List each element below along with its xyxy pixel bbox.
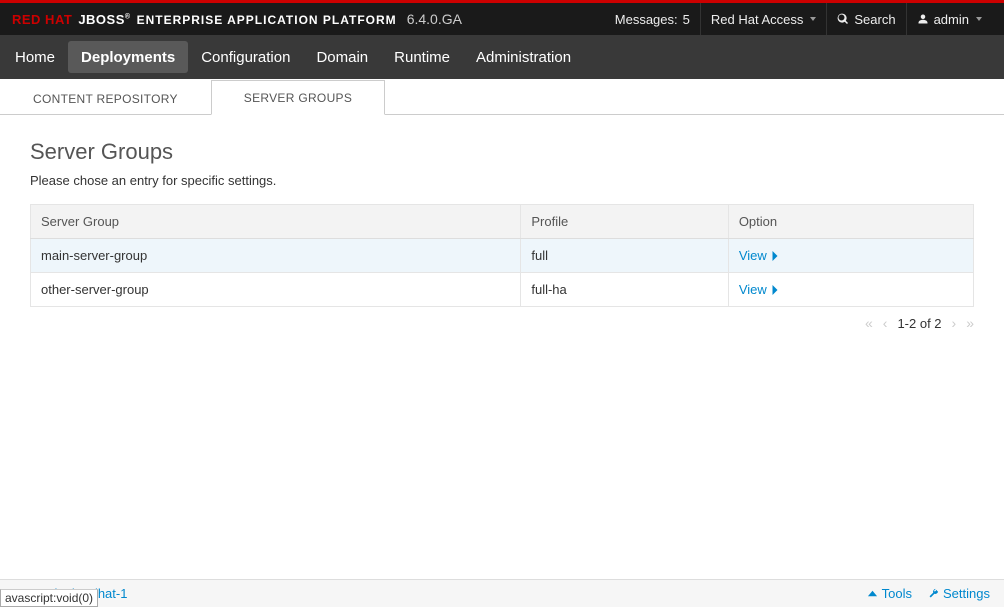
settings-link[interactable]: Settings (928, 586, 990, 601)
search-label: Search (854, 12, 895, 27)
pager-text: 1-2 of 2 (897, 316, 941, 331)
view-link[interactable]: View (739, 248, 779, 263)
chevron-down-icon (976, 17, 982, 21)
messages-count: 5 (683, 12, 690, 27)
messages-label: Messages: (615, 12, 678, 27)
search-icon (837, 13, 849, 25)
nav-home[interactable]: Home (2, 35, 68, 79)
redhat-access-label: Red Hat Access (711, 12, 804, 27)
cell-option: View (728, 239, 973, 273)
pager: « ‹ 1-2 of 2 › » (30, 315, 974, 331)
tools-label: Tools (882, 586, 912, 601)
server-groups-table: Server Group Profile Option main-server-… (30, 204, 974, 307)
footer: 2.5.5.Final-redhat-1 Tools Settings (0, 579, 1004, 607)
main-content: Server Groups Please chose an entry for … (0, 115, 1004, 579)
nav-runtime[interactable]: Runtime (381, 35, 463, 79)
cell-option: View (728, 273, 973, 307)
nav-configuration[interactable]: Configuration (188, 35, 303, 79)
nav-domain[interactable]: Domain (303, 35, 381, 79)
page-title: Server Groups (30, 139, 974, 165)
view-label: View (739, 282, 767, 297)
caret-up-icon (867, 588, 878, 599)
brand-redhat: RED HAT (12, 12, 72, 27)
settings-label: Settings (943, 586, 990, 601)
pager-next-icon[interactable]: › (952, 315, 957, 331)
cell-group: other-server-group (31, 273, 521, 307)
chevron-down-icon (810, 17, 816, 21)
chevron-right-icon (771, 251, 779, 261)
tools-link[interactable]: Tools (867, 586, 912, 601)
top-bar: RED HAT JBOSS® ENTERPRISE APPLICATION PL… (0, 3, 1004, 35)
brand-version: 6.4.0.GA (407, 11, 462, 27)
chevron-right-icon (771, 285, 779, 295)
main-nav: Home Deployments Configuration Domain Ru… (0, 35, 1004, 79)
browser-status-bar: avascript:void(0) (0, 589, 98, 607)
view-label: View (739, 248, 767, 263)
cell-profile: full (521, 239, 728, 273)
sub-tabs: CONTENT REPOSITORY SERVER GROUPS (0, 79, 1004, 115)
cell-group: main-server-group (31, 239, 521, 273)
user-icon (917, 13, 929, 25)
messages-link[interactable]: Messages: 5 (605, 3, 700, 35)
table-row[interactable]: other-server-group full-ha View (31, 273, 974, 307)
cell-profile: full-ha (521, 273, 728, 307)
col-server-group: Server Group (31, 205, 521, 239)
col-profile: Profile (521, 205, 728, 239)
pager-last-icon[interactable]: » (966, 315, 974, 331)
page-description: Please chose an entry for specific setti… (30, 173, 974, 188)
view-link[interactable]: View (739, 282, 779, 297)
pager-prev-icon[interactable]: ‹ (883, 315, 888, 331)
nav-administration[interactable]: Administration (463, 35, 584, 79)
user-menu[interactable]: admin (906, 3, 992, 35)
redhat-access-menu[interactable]: Red Hat Access (700, 3, 827, 35)
search-button[interactable]: Search (826, 3, 905, 35)
pager-first-icon[interactable]: « (865, 315, 873, 331)
tab-content-repository[interactable]: CONTENT REPOSITORY (0, 81, 211, 115)
tab-server-groups[interactable]: SERVER GROUPS (211, 80, 385, 115)
table-row[interactable]: main-server-group full View (31, 239, 974, 273)
brand-jboss: JBOSS® (78, 12, 130, 27)
brand: RED HAT JBOSS® ENTERPRISE APPLICATION PL… (12, 11, 462, 27)
wrench-icon (928, 588, 939, 599)
col-option: Option (728, 205, 973, 239)
user-label: admin (934, 12, 969, 27)
brand-subtitle: ENTERPRISE APPLICATION PLATFORM (137, 13, 397, 27)
nav-deployments[interactable]: Deployments (68, 41, 188, 73)
